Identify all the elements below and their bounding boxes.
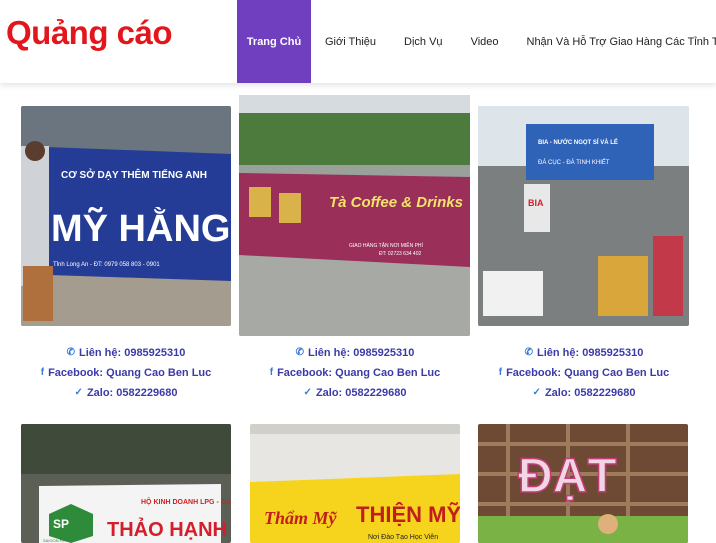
facebook-icon: f — [40, 367, 45, 378]
phone-icon: ✆ — [66, 347, 75, 358]
product-image-6[interactable]: ĐẠT — [478, 424, 688, 543]
sign-text-6a: ĐẠT — [518, 450, 617, 503]
sign-photo-2: Tà Coffee & Drinks GIAO HÀNG TẬN NƠI MIỄ… — [239, 95, 470, 336]
site-header: Quảng cáo Trang Chủ Giới Thiệu Dịch Vụ V… — [0, 0, 716, 83]
sign-photo-4: HỘ KINH DOANH LPG - GAS THẢO HẠNH SP SAI… — [21, 424, 231, 543]
facebook-icon: f — [498, 367, 503, 378]
product-image-2[interactable]: Tà Coffee & Drinks GIAO HÀNG TẬN NƠI MIỄ… — [239, 95, 470, 336]
site-logo[interactable]: Quảng cáo — [6, 14, 173, 52]
nav-item-home[interactable]: Trang Chủ — [237, 0, 311, 83]
phone-icon: ✆ — [524, 347, 533, 358]
sign-text-3a: BIA - NƯỚC NGỌT SỈ VÀ LẺ — [538, 138, 618, 146]
contact-block-3: ✆ Liên hệ: 0985925310 f Facebook: Quang Ca… — [469, 343, 699, 403]
sign-text-4b: THẢO HẠNH — [107, 518, 227, 541]
svg-text:SP: SP — [53, 517, 69, 531]
contact-block-2: ✆ Liên hệ: 0985925310 f Facebook: Quang Ca… — [240, 343, 470, 403]
sign-text-3b: ĐÁ CỤC - ĐÁ TINH KHIẾT — [538, 159, 610, 166]
contact-block-1: ✆ Liên hệ: 0985925310 f Facebook: Quang Ca… — [11, 343, 241, 403]
contact-zalo[interactable]: Zalo: 0582229680 — [545, 383, 636, 403]
sign-text-5a: Thẩm Mỹ — [264, 508, 338, 528]
sign-text-1b: MỸ HẰNG — [51, 206, 230, 250]
contact-phone[interactable]: Liên hệ: 0985925310 — [537, 343, 643, 363]
sign-text-2a: Tà Coffee & Drinks — [329, 194, 463, 211]
product-image-4[interactable]: HỘ KINH DOANH LPG - GAS THẢO HẠNH SP SAI… — [21, 424, 231, 543]
sign-text-2b: GIAO HÀNG TẬN NƠI MIỄN PHÍ — [349, 242, 424, 249]
sign-text-1a: CƠ SỞ DẠY THÊM TIẾNG ANH — [61, 168, 207, 181]
zalo-icon: ✓ — [532, 387, 541, 398]
sign-photo-1: CƠ SỞ DẠY THÊM TIẾNG ANH MỸ HẰNG Tỉnh Lo… — [21, 106, 231, 326]
contact-zalo[interactable]: Zalo: 0582229680 — [87, 383, 178, 403]
sign-text-1c: Tỉnh Long An - ĐT: 0979 058 803 - 0901 — [53, 261, 160, 268]
contact-facebook[interactable]: Facebook: Quang Cao Ben Luc — [277, 363, 440, 383]
facebook-icon: f — [269, 367, 274, 378]
sign-text-2c: ĐT: 02723 634 402 — [379, 251, 421, 257]
contact-facebook[interactable]: Facebook: Quang Cao Ben Luc — [48, 363, 211, 383]
sign-photo-3: BIA - NƯỚC NGỌT SỈ VÀ LẺ ĐÁ CỤC - ĐÁ TIN… — [478, 106, 689, 326]
contact-phone[interactable]: Liên hệ: 0985925310 — [79, 343, 185, 363]
sign-photo-5: Thẩm Mỹ THIỆN MỸ Nơi Đào Tạo Học Viên — [250, 424, 460, 543]
sign-photo-6: ĐẠT — [478, 424, 688, 543]
zalo-icon: ✓ — [303, 387, 312, 398]
sign-text-4a: HỘ KINH DOANH LPG - GAS — [141, 497, 231, 506]
nav-item-services[interactable]: Dịch Vụ — [390, 0, 457, 83]
sign-text-5c: Nơi Đào Tạo Học Viên — [368, 534, 438, 541]
zalo-icon: ✓ — [74, 387, 83, 398]
phone-icon: ✆ — [295, 347, 304, 358]
contact-facebook[interactable]: Facebook: Quang Cao Ben Luc — [506, 363, 669, 383]
product-image-1[interactable]: CƠ SỞ DẠY THÊM TIẾNG ANH MỸ HẰNG Tỉnh Lo… — [21, 106, 231, 326]
nav-item-about[interactable]: Giới Thiệu — [311, 0, 390, 83]
contact-phone[interactable]: Liên hệ: 0985925310 — [308, 343, 414, 363]
nav-item-video[interactable]: Video — [457, 0, 513, 83]
sign-text-3c: BIA — [528, 198, 544, 208]
product-image-3[interactable]: BIA - NƯỚC NGỌT SỈ VÀ LẺ ĐÁ CỤC - ĐÁ TIN… — [478, 106, 689, 326]
sign-text-4c: SAIGON PETRO — [43, 538, 73, 543]
main-nav: Trang Chủ Giới Thiệu Dịch Vụ Video Nhận … — [237, 0, 716, 83]
nav-item-delivery[interactable]: Nhận Và Hỗ Trợ Giao Hàng Các Tỉnh Thành — [513, 0, 716, 83]
contact-zalo[interactable]: Zalo: 0582229680 — [316, 383, 407, 403]
product-image-5[interactable]: Thẩm Mỹ THIỆN MỸ Nơi Đào Tạo Học Viên — [250, 424, 460, 543]
sign-text-5b: THIỆN MỸ — [356, 502, 460, 527]
